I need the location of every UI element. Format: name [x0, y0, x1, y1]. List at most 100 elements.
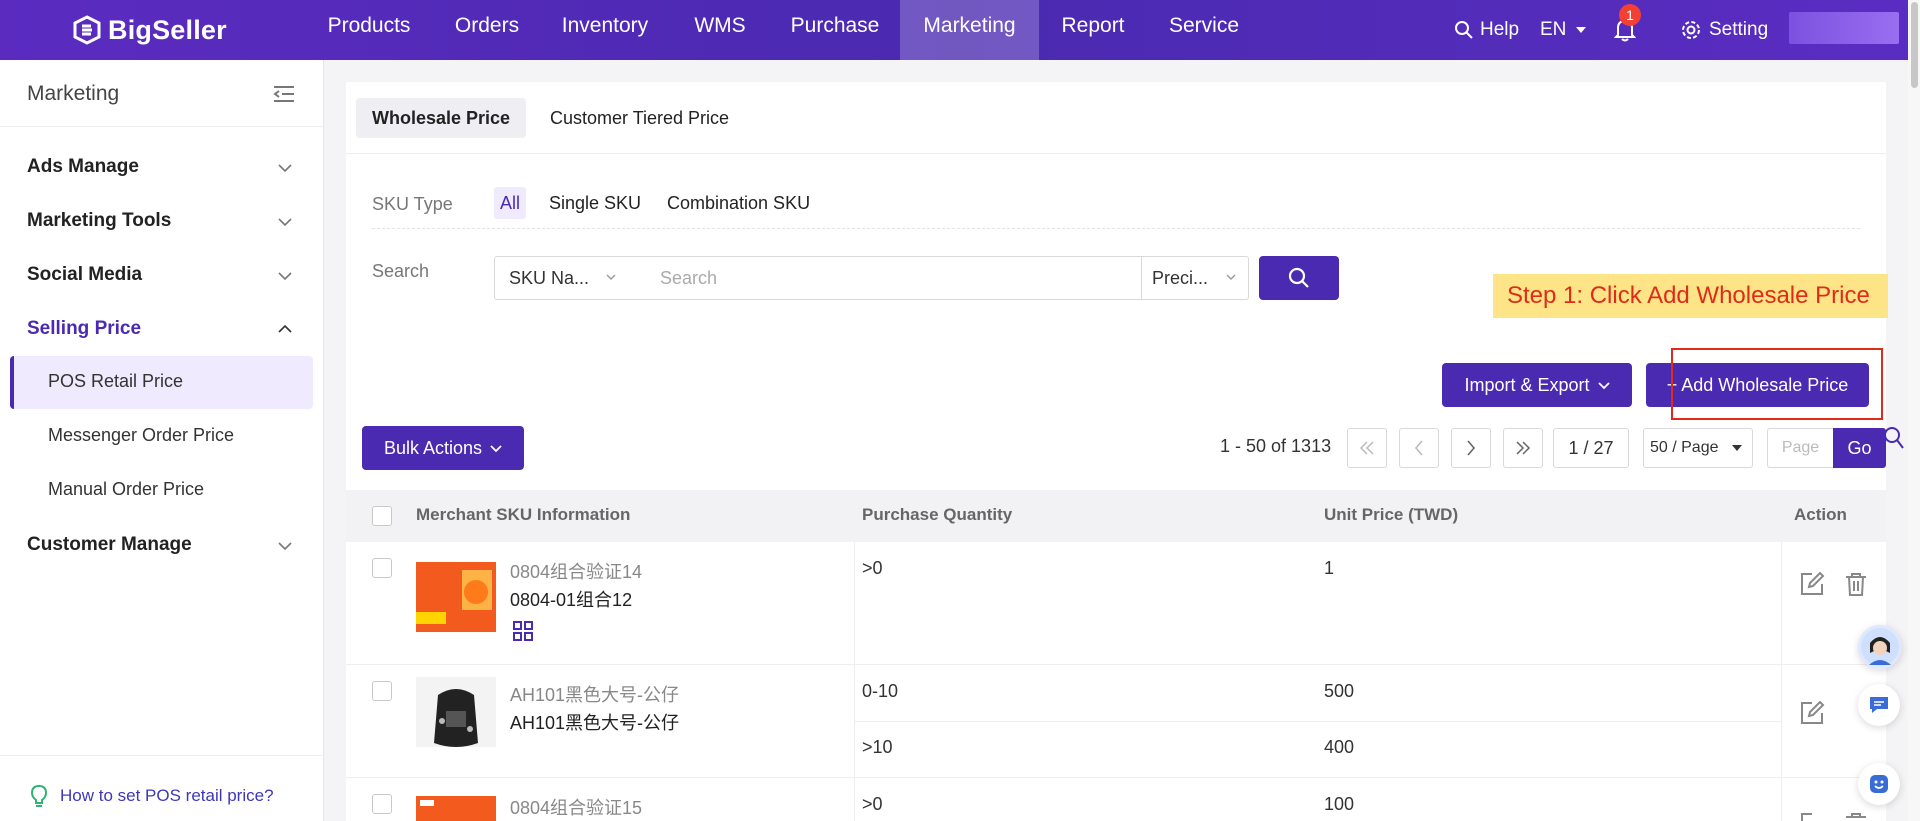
sidebar-item-ads-manage[interactable]: Ads Manage — [27, 156, 139, 178]
search-icon — [1288, 267, 1309, 288]
setting-link[interactable]: Setting — [1681, 0, 1768, 60]
language-select[interactable]: EN — [1540, 0, 1587, 60]
prev-page-button[interactable] — [1399, 428, 1439, 468]
tab-customer-tiered-price[interactable]: Customer Tiered Price — [534, 98, 745, 138]
edit-icon[interactable] — [1798, 570, 1826, 598]
sku-name[interactable]: 0804组合验证14 — [510, 558, 642, 584]
top-navigation: BigSeller Products Orders Inventory WMS … — [0, 0, 1920, 60]
help-link-label: How to set POS retail price? — [60, 786, 274, 805]
nav-products[interactable]: Products — [304, 0, 434, 60]
sidebar-item-social-media[interactable]: Social Media — [27, 264, 142, 286]
nav-purchase[interactable]: Purchase — [770, 0, 900, 60]
next-page-button[interactable] — [1451, 428, 1491, 468]
main-content: Wholesale Price Customer Tiered Price SK… — [346, 82, 1888, 821]
sidebar-subitem-manual-order-price[interactable]: Manual Order Price — [48, 479, 204, 500]
table-header: Merchant SKU Information Purchase Quanti… — [346, 490, 1886, 542]
sku-type-all[interactable]: All — [494, 187, 527, 219]
help-link-pos-retail[interactable]: How to set POS retail price? — [30, 784, 274, 808]
user-account-menu[interactable] — [1789, 12, 1899, 44]
row-checkbox[interactable] — [372, 558, 392, 578]
sku-name[interactable]: 0804组合验证15 — [510, 794, 642, 820]
chevron-down-icon[interactable] — [278, 215, 292, 229]
product-thumbnail[interactable] — [416, 677, 496, 747]
search-label: Search — [372, 261, 430, 281]
page-scrollbar[interactable] — [1908, 0, 1920, 821]
search-input[interactable]: Search — [628, 256, 1141, 300]
agent-avatar-icon — [1861, 628, 1899, 666]
search-icon[interactable] — [1883, 426, 1905, 450]
tutorial-callout: Step 1: Click Add Wholesale Price — [1493, 274, 1888, 318]
caret-down-icon — [1576, 27, 1587, 33]
sku-type-single[interactable]: Single SKU — [543, 187, 647, 219]
gear-icon — [1682, 21, 1700, 39]
purchase-quantity: >10 — [862, 737, 893, 757]
unit-price: 100 — [1324, 794, 1355, 814]
sku-type-label: SKU Type — [372, 194, 453, 214]
chevron-down-icon — [606, 274, 616, 280]
search-button[interactable] — [1259, 256, 1339, 300]
sidebar-subitem-messenger-order-price[interactable]: Messenger Order Price — [48, 425, 234, 446]
table-row: AH101黑色大号-公仔 AH101黑色大号-公仔 0-10 500 >10 4… — [346, 665, 1886, 778]
sidebar-item-marketing-tools[interactable]: Marketing Tools — [27, 210, 171, 232]
chat-button[interactable] — [1858, 684, 1900, 726]
column-unit-price: Unit Price (TWD) — [1324, 505, 1459, 524]
delete-icon[interactable] — [1842, 570, 1870, 598]
product-image — [416, 677, 496, 747]
chevron-up-icon[interactable] — [278, 322, 292, 336]
nav-wms[interactable]: WMS — [670, 0, 770, 60]
import-export-label: Import & Export — [1464, 374, 1590, 395]
feedback-button[interactable] — [1858, 763, 1900, 805]
sku-code: AH101黑色大号-公仔 — [510, 713, 680, 733]
sidebar-item-selling-price[interactable]: Selling Price — [27, 318, 141, 340]
nav-orders[interactable]: Orders — [434, 0, 540, 60]
customer-service-avatar[interactable] — [1858, 625, 1902, 669]
sidebar-item-customer-manage[interactable]: Customer Manage — [27, 534, 192, 556]
page-indicator[interactable]: 1 / 27 — [1553, 428, 1629, 468]
select-all-checkbox[interactable] — [372, 506, 392, 526]
bulk-actions-button[interactable]: Bulk Actions — [362, 426, 524, 470]
last-page-button[interactable] — [1503, 428, 1543, 468]
search-field-value: SKU Na... — [509, 268, 590, 288]
import-export-button[interactable]: Import & Export — [1442, 363, 1632, 407]
product-thumbnail[interactable] — [416, 796, 496, 821]
go-button[interactable]: Go — [1833, 428, 1886, 468]
purchase-quantity: 0-10 — [862, 681, 899, 701]
first-page-button[interactable] — [1347, 428, 1387, 468]
help-link[interactable]: Help — [1454, 0, 1519, 60]
search-field-select[interactable]: SKU Na... — [494, 256, 629, 300]
purchase-quantity: >0 — [862, 794, 883, 814]
row-checkbox[interactable] — [372, 681, 392, 701]
product-thumbnail[interactable] — [416, 562, 496, 632]
sku-name[interactable]: AH101黑色大号-公仔 — [510, 681, 679, 707]
double-chevron-left-icon — [1359, 441, 1374, 455]
purchase-quantity: >0 — [862, 558, 883, 578]
page-size-value: 50 / Page — [1650, 439, 1719, 456]
scrollbar-thumb[interactable] — [1911, 2, 1918, 88]
bigseller-logo[interactable]: BigSeller — [72, 10, 227, 50]
setting-label: Setting — [1709, 19, 1769, 40]
column-action: Action — [1794, 505, 1847, 524]
edit-icon[interactable] — [1798, 699, 1826, 727]
row-checkbox[interactable] — [372, 794, 392, 814]
chevron-down-icon[interactable] — [278, 161, 292, 175]
column-divider — [1781, 778, 1782, 821]
edit-icon[interactable] — [1798, 810, 1826, 821]
chevron-down-icon[interactable] — [278, 269, 292, 283]
combination-sku-icon[interactable] — [512, 620, 534, 642]
nav-service[interactable]: Service — [1147, 0, 1261, 60]
chevron-down-icon[interactable] — [278, 539, 292, 553]
column-purchase-quantity: Purchase Quantity — [862, 505, 1013, 524]
nav-inventory[interactable]: Inventory — [540, 0, 670, 60]
sidebar-subitem-pos-retail-price[interactable]: POS Retail Price — [48, 371, 183, 392]
page-jump-input[interactable]: Page — [1767, 428, 1833, 468]
tab-wholesale-price[interactable]: Wholesale Price — [356, 98, 527, 138]
delete-icon[interactable] — [1842, 810, 1870, 821]
nav-report[interactable]: Report — [1039, 0, 1147, 60]
collapse-sidebar-icon[interactable] — [272, 84, 296, 104]
unit-price: 500 — [1324, 681, 1355, 701]
match-mode-select[interactable]: Preci... — [1141, 256, 1249, 300]
page-size-select[interactable]: 50 / Page — [1643, 428, 1753, 468]
sku-type-combination[interactable]: Combination SKU — [661, 187, 816, 219]
nav-marketing[interactable]: Marketing — [900, 0, 1039, 60]
chevron-down-icon — [1597, 382, 1610, 390]
